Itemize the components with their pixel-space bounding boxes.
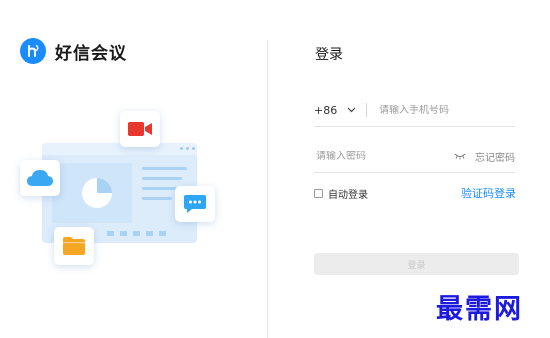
left-panel: 好信会议 xyxy=(0,0,267,338)
video-card xyxy=(120,111,160,147)
forgot-password-link[interactable]: 忘记密码 xyxy=(475,149,515,164)
login-button[interactable]: 登录 xyxy=(314,253,519,275)
hi-logo-icon xyxy=(20,38,46,64)
folder-icon xyxy=(63,237,85,255)
sms-login-link[interactable]: 验证码登录 xyxy=(461,185,516,201)
cloud-icon xyxy=(27,170,53,186)
chevron-down-icon[interactable] xyxy=(346,105,356,115)
chat-bubble-icon xyxy=(184,195,206,213)
auto-login-checkbox[interactable] xyxy=(314,189,323,198)
auto-login-label: 自动登录 xyxy=(328,190,368,201)
auto-login-option[interactable]: 自动登录 xyxy=(314,186,368,201)
brand-name: 好信会议 xyxy=(55,43,127,64)
chat-card xyxy=(175,186,215,222)
phone-input[interactable] xyxy=(379,104,515,116)
window-titlebar xyxy=(42,143,197,155)
pie-chart-icon xyxy=(82,178,112,208)
phone-field: +86 xyxy=(314,94,515,127)
eye-closed-icon[interactable] xyxy=(453,151,467,161)
video-camera-icon xyxy=(128,122,152,136)
illustration xyxy=(20,108,230,273)
field-separator xyxy=(366,103,367,117)
window-content-panel xyxy=(52,163,132,223)
login-title: 登录 xyxy=(315,47,343,63)
folder-card xyxy=(54,227,94,265)
password-input[interactable] xyxy=(316,150,453,162)
password-field: 忘记密码 xyxy=(314,140,515,173)
brand: 好信会议 xyxy=(20,38,127,64)
watermark: 最需网 xyxy=(436,294,523,325)
country-code-select[interactable]: +86 xyxy=(314,104,337,117)
cloud-card xyxy=(20,160,60,196)
